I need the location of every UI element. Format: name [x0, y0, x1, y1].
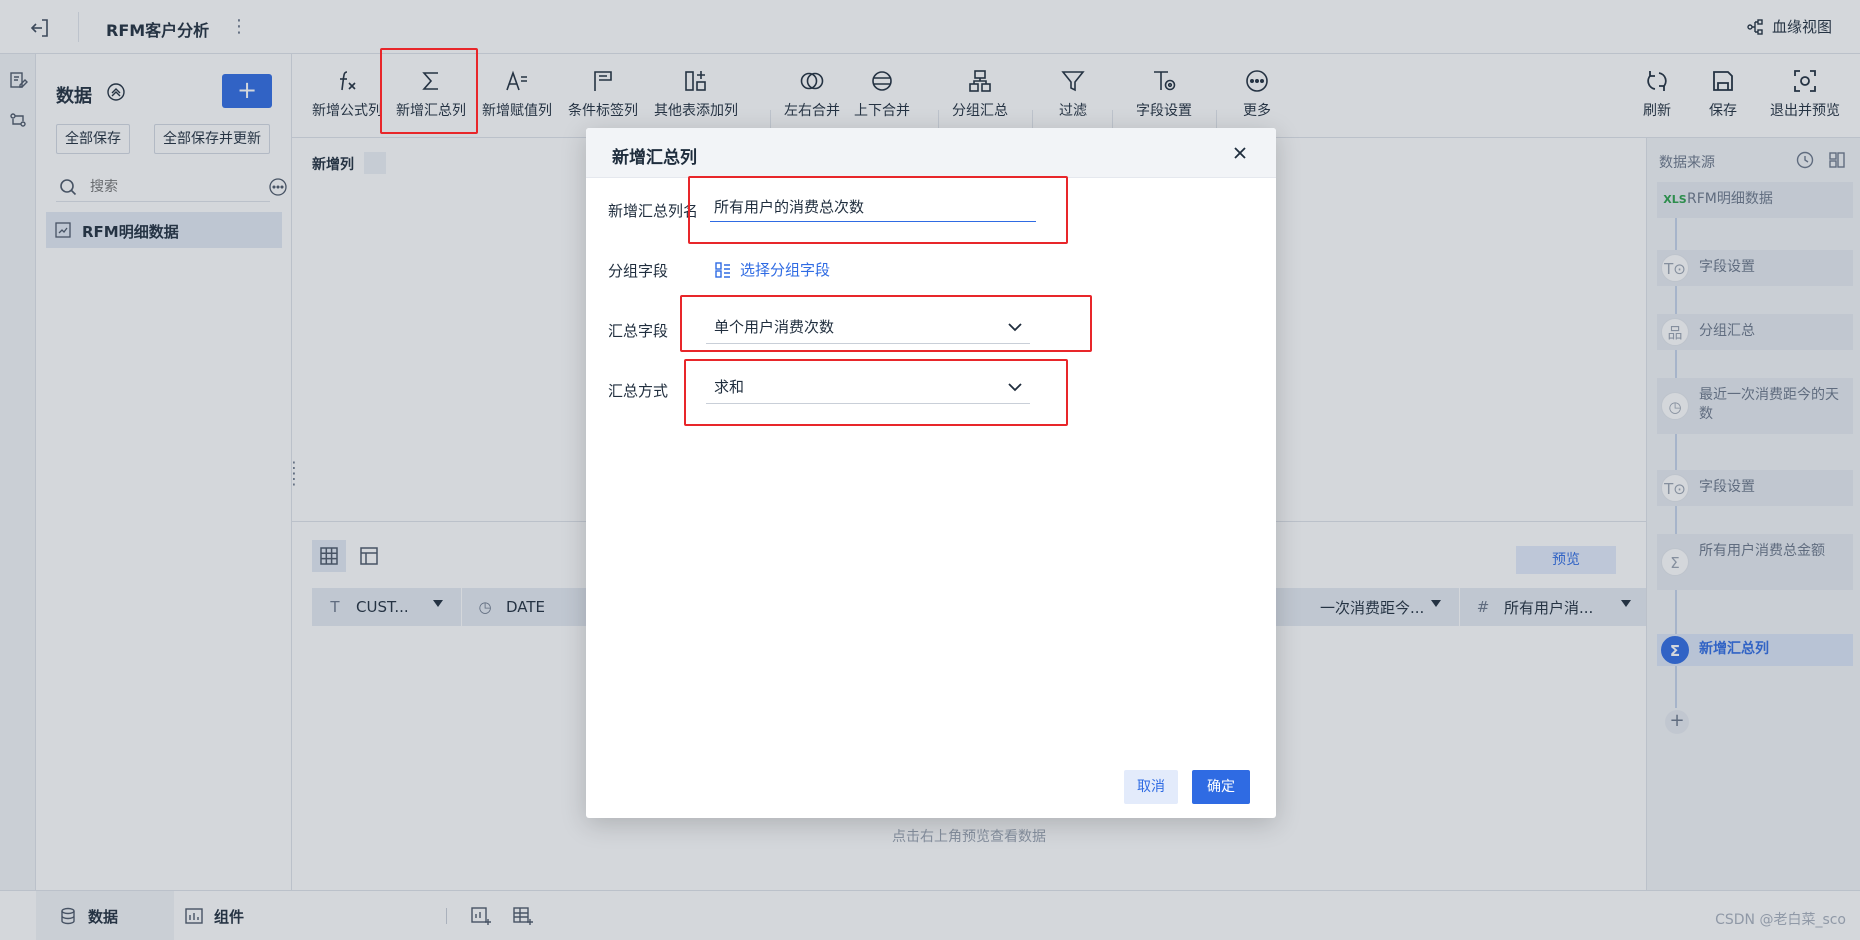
dialog-title: 新增汇总列 — [612, 148, 697, 168]
dialog-header: 新增汇总列 — [586, 128, 1276, 178]
select-group-field-text: 选择分组字段 — [740, 261, 831, 279]
highlight-box — [688, 176, 1068, 244]
column-name-label: 新增汇总列名 — [608, 202, 699, 220]
highlight-box — [680, 295, 1092, 352]
group-field-label: 分组字段 — [608, 262, 669, 280]
highlight-box — [380, 48, 478, 134]
field-list-icon — [714, 261, 732, 279]
select-group-field-link[interactable]: 选择分组字段 — [714, 259, 830, 280]
cancel-button[interactable]: 取消 — [1124, 770, 1178, 804]
confirm-button[interactable]: 确定 — [1192, 770, 1250, 804]
close-icon[interactable] — [1230, 143, 1250, 163]
highlight-box — [684, 359, 1068, 426]
summary-method-label: 汇总方式 — [608, 382, 669, 400]
summary-field-label: 汇总字段 — [608, 322, 669, 340]
